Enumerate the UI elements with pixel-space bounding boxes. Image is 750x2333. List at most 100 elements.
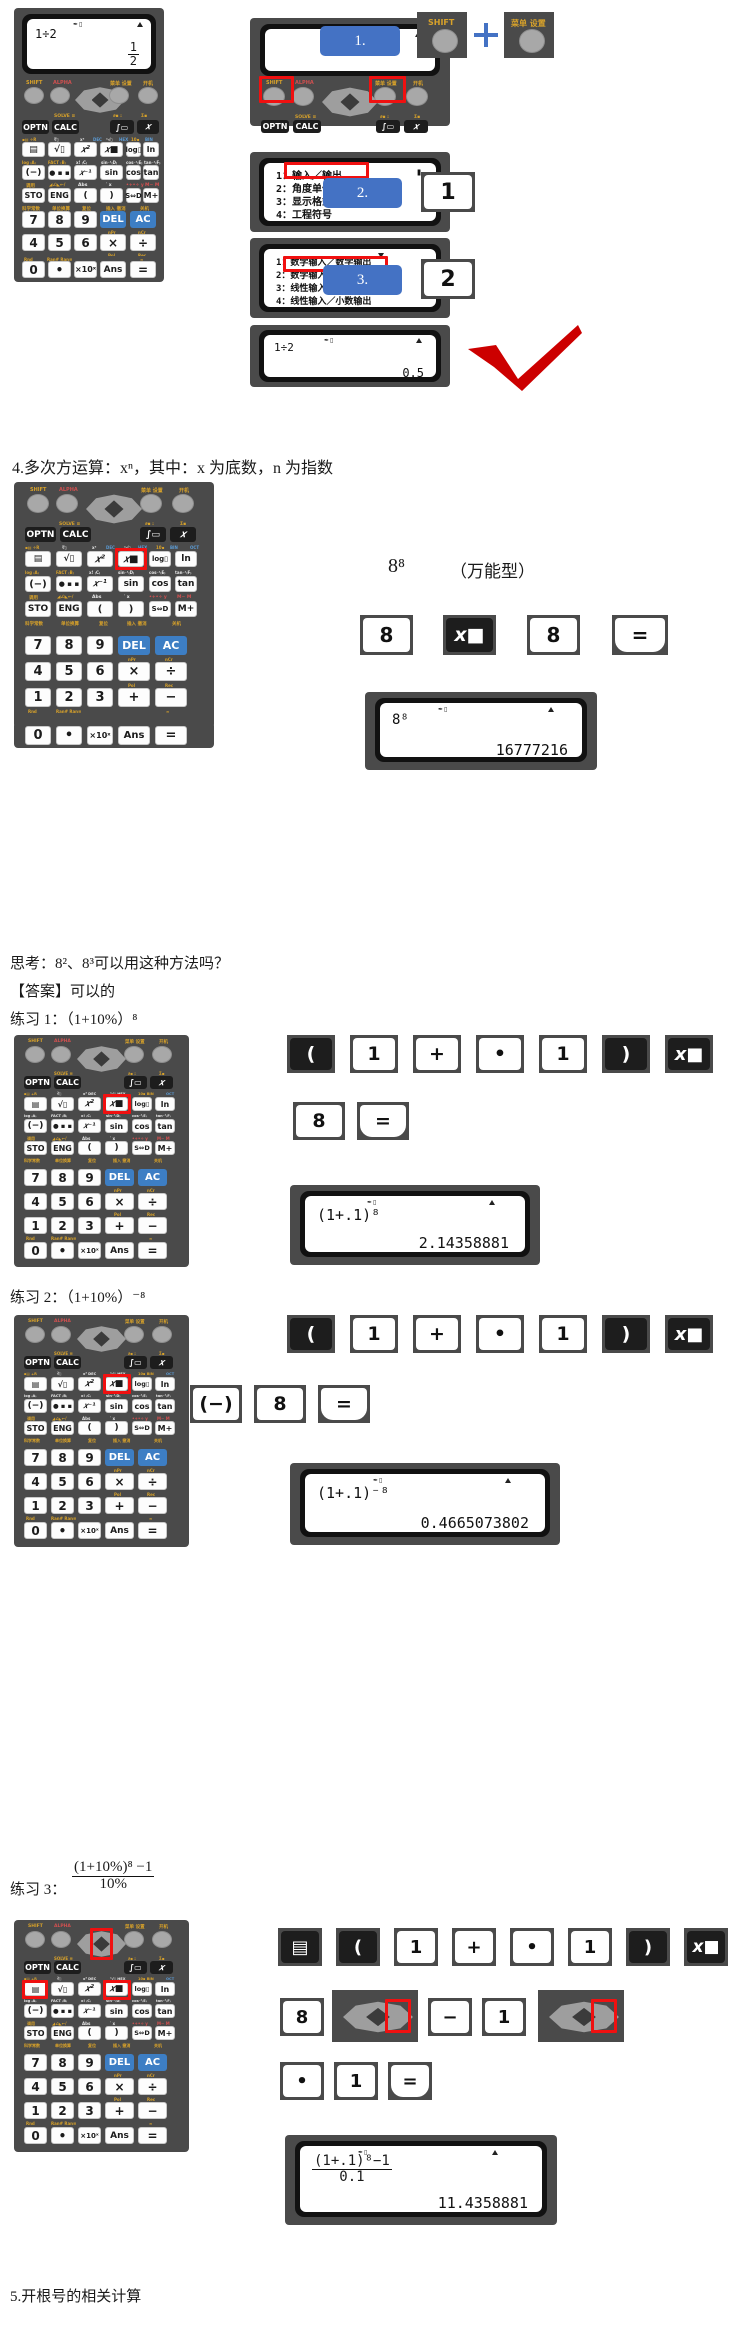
- bigkey-face[interactable]: 1: [571, 1931, 609, 1963]
- bigkey-face-8[interactable]: 8: [363, 618, 410, 652]
- bigkey-face-8b[interactable]: 8: [530, 618, 577, 652]
- exponent-key[interactable]: ×10ˣ: [87, 726, 113, 745]
- menu-item-4[interactable]: 4：线性输入／小数输出: [276, 294, 371, 307]
- x-variable-key[interactable]: 𝑥: [404, 120, 428, 133]
- bigkey-face[interactable]: (: [339, 1931, 377, 1963]
- bigkey-face-1[interactable]: 1: [424, 175, 472, 209]
- digit-5-key[interactable]: 5: [48, 234, 71, 251]
- sqrt-key[interactable]: √▯: [48, 142, 71, 157]
- bigkey-face[interactable]: ): [605, 1038, 647, 1070]
- power-key[interactable]: [152, 1931, 172, 1948]
- bigkey-face[interactable]: (−): [193, 1388, 239, 1420]
- reciprocal-key[interactable]: 𝑥⁻¹: [78, 1119, 101, 1133]
- sin-key[interactable]: sin: [100, 165, 123, 180]
- tan-key[interactable]: tan: [155, 1119, 175, 1133]
- plus-key[interactable]: +: [105, 2102, 134, 2119]
- tan-key[interactable]: tan: [143, 165, 159, 180]
- ans-key[interactable]: Ans: [105, 2127, 134, 2144]
- ln-key[interactable]: ln: [155, 1377, 175, 1391]
- bigkey-face[interactable]: 1: [542, 1038, 584, 1070]
- digit-1-key[interactable]: 1: [24, 1217, 47, 1234]
- sd-toggle-key[interactable]: S⇔D: [149, 601, 171, 617]
- bigkey-face[interactable]: 1: [353, 1038, 395, 1070]
- reciprocal-key[interactable]: 𝑥⁻¹: [78, 2004, 101, 2018]
- equals-key[interactable]: =: [138, 1522, 167, 1539]
- x-variable-key[interactable]: 𝑥: [150, 1076, 173, 1089]
- shift-key[interactable]: [432, 29, 458, 53]
- digit-0-key[interactable]: 0: [24, 2127, 47, 2144]
- del-key[interactable]: DEL: [100, 211, 126, 228]
- direction-pad[interactable]: [77, 1323, 126, 1355]
- divide-key[interactable]: ÷: [138, 1473, 167, 1490]
- digit-7-key[interactable]: 7: [25, 636, 51, 655]
- eng-key[interactable]: ENG: [48, 188, 71, 203]
- digit-1-key[interactable]: 1: [24, 2102, 47, 2119]
- tan-key[interactable]: tan: [175, 576, 197, 592]
- memory-plus-key[interactable]: M+: [155, 1421, 175, 1435]
- negative-key[interactable]: (−): [22, 165, 45, 180]
- bigkey-face[interactable]: +: [416, 1318, 458, 1350]
- digit-8-key[interactable]: 8: [56, 636, 82, 655]
- calc-key[interactable]: CALC: [52, 120, 79, 134]
- optn-key[interactable]: OPTN: [24, 1076, 51, 1089]
- equals-key[interactable]: =: [130, 261, 156, 278]
- bigkey-face[interactable]: x■: [668, 1318, 710, 1350]
- menu-item-4[interactable]: 4：工程符号: [276, 206, 332, 221]
- eng-key[interactable]: ENG: [51, 1421, 74, 1435]
- shift-key[interactable]: [27, 494, 49, 513]
- alpha-key[interactable]: [51, 1931, 71, 1948]
- cos-key[interactable]: cos: [126, 165, 141, 180]
- bigkey-face[interactable]: •: [513, 1931, 551, 1963]
- digit-2-key[interactable]: 2: [51, 1217, 74, 1234]
- bigkey-face[interactable]: •: [283, 2065, 321, 2097]
- memory-plus-key[interactable]: M+: [155, 1141, 175, 1155]
- equals-key[interactable]: =: [155, 726, 187, 745]
- bigkey-face[interactable]: (: [290, 1318, 332, 1350]
- decimal-point-key[interactable]: •: [48, 261, 71, 278]
- calc-key[interactable]: CALC: [54, 1356, 81, 1369]
- digit-4-key[interactable]: 4: [24, 2078, 47, 2095]
- calc-key[interactable]: CALC: [293, 120, 321, 133]
- digit-7-key[interactable]: 7: [24, 1449, 47, 1466]
- menu-setup-key[interactable]: [109, 87, 129, 104]
- divide-key[interactable]: ÷: [138, 2078, 167, 2095]
- open-paren-key[interactable]: (: [74, 188, 97, 203]
- fraction-key[interactable]: ▤: [24, 1097, 47, 1111]
- log-key[interactable]: log▯: [132, 1982, 152, 1996]
- digit-5-key[interactable]: 5: [51, 1473, 74, 1490]
- bigkey-face[interactable]: −: [431, 2001, 469, 2033]
- reciprocal-key[interactable]: 𝑥⁻¹: [78, 1399, 101, 1413]
- x-squared-key[interactable]: 𝑥²: [78, 1097, 101, 1111]
- del-key[interactable]: DEL: [118, 636, 150, 655]
- digit-1-key[interactable]: 1: [25, 688, 51, 707]
- comma-key[interactable]: ● ▪ ▪: [51, 1119, 74, 1133]
- comma-key[interactable]: ● ▪ ▪: [56, 576, 82, 592]
- del-key[interactable]: DEL: [105, 1169, 134, 1186]
- digit-6-key[interactable]: 6: [78, 2078, 101, 2095]
- direction-pad[interactable]: [86, 491, 142, 527]
- bigkey-face[interactable]: +: [455, 1931, 493, 1963]
- power-key[interactable]: [152, 1326, 172, 1343]
- comma-key[interactable]: ● ▪ ▪: [51, 1399, 74, 1413]
- bigkey-face[interactable]: 1: [397, 1931, 435, 1963]
- x-power-key[interactable]: 𝑥■: [100, 142, 123, 157]
- exponent-key[interactable]: ×10ˣ: [78, 1242, 101, 1259]
- divide-key[interactable]: ÷: [155, 662, 187, 681]
- equals-key[interactable]: =: [138, 2127, 167, 2144]
- comma-key[interactable]: ● ▪ ▪: [51, 2004, 74, 2018]
- memory-plus-key[interactable]: M+: [175, 601, 197, 617]
- integral-key[interactable]: ∫▭: [124, 1076, 147, 1089]
- del-key[interactable]: DEL: [105, 1449, 134, 1466]
- x-squared-key[interactable]: 𝑥²: [87, 551, 113, 567]
- digit-2-key[interactable]: 2: [56, 688, 82, 707]
- ln-key[interactable]: ln: [143, 142, 159, 157]
- open-paren-key[interactable]: (: [78, 1421, 101, 1435]
- cos-key[interactable]: cos: [132, 2004, 152, 2018]
- ans-key[interactable]: Ans: [118, 726, 150, 745]
- menu-setup-key[interactable]: [124, 1046, 144, 1063]
- menu-setup-key[interactable]: [140, 494, 162, 513]
- shift-key[interactable]: [25, 1046, 45, 1063]
- x-variable-key[interactable]: 𝑥: [150, 1961, 173, 1974]
- ln-key[interactable]: ln: [155, 1097, 175, 1111]
- bigkey-face[interactable]: ): [629, 1931, 667, 1963]
